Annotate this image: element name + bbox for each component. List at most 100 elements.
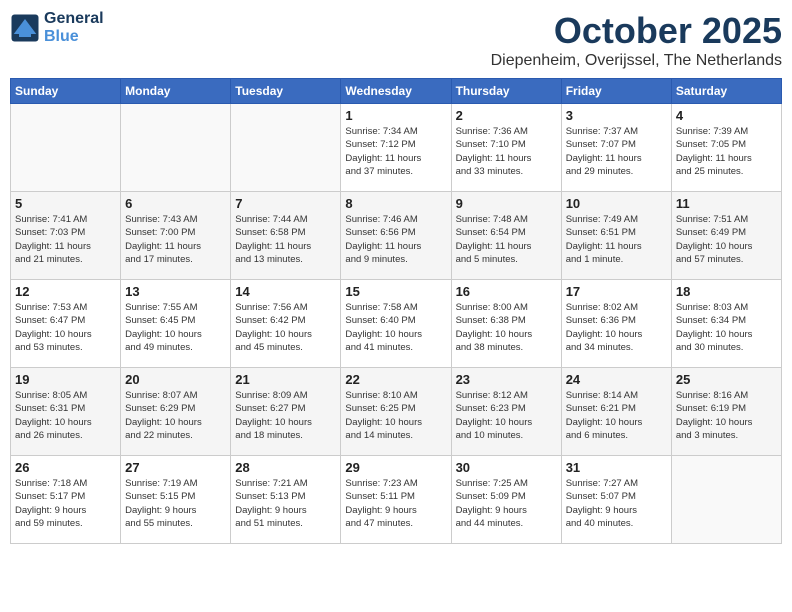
day-info: Sunrise: 8:00 AM Sunset: 6:38 PM Dayligh…: [456, 301, 557, 354]
day-number: 22: [345, 372, 446, 387]
day-header-tuesday: Tuesday: [231, 79, 341, 104]
day-info: Sunrise: 7:37 AM Sunset: 7:07 PM Dayligh…: [566, 125, 667, 178]
day-number: 15: [345, 284, 446, 299]
calendar-cell: 21Sunrise: 8:09 AM Sunset: 6:27 PM Dayli…: [231, 368, 341, 456]
day-info: Sunrise: 7:48 AM Sunset: 6:54 PM Dayligh…: [456, 213, 557, 266]
calendar-cell: 23 Sunrise: 8:12 AM Sunset: 6:23 PM Dayli…: [451, 368, 561, 456]
calendar-cell: 14 Sunrise: 7:56 AM Sunset: 6:42 PM Dayli…: [231, 280, 341, 368]
calendar-cell: 26Sunrise: 7:18 AM Sunset: 5:17 PM Dayli…: [11, 456, 121, 544]
day-number: 14: [235, 284, 336, 299]
calendar-cell: 15 Sunrise: 7:58 AM Sunset: 6:40 PM Dayli…: [341, 280, 451, 368]
day-info: Sunrise: 7:49 AM Sunset: 6:51 PM Dayligh…: [566, 213, 667, 266]
calendar-cell: 2 Sunrise: 7:36 AM Sunset: 7:10 PM Daylig…: [451, 104, 561, 192]
week-row-4: 19 Sunrise: 8:05 AM Sunset: 6:31 PM Dayli…: [11, 368, 782, 456]
day-number: 25: [676, 372, 777, 387]
day-number: 5: [15, 196, 116, 211]
day-number: 8: [345, 196, 446, 211]
calendar-cell: [671, 456, 781, 544]
day-number: 7: [235, 196, 336, 211]
header: General Blue October 2025 Diepenheim, Ov…: [10, 10, 782, 70]
day-number: 30: [456, 460, 557, 475]
week-row-2: 5Sunrise: 7:41 AM Sunset: 7:03 PM Daylig…: [11, 192, 782, 280]
day-number: 18: [676, 284, 777, 299]
calendar-cell: [121, 104, 231, 192]
day-info: Sunrise: 8:05 AM Sunset: 6:31 PM Dayligh…: [15, 389, 116, 442]
calendar-cell: 13 Sunrise: 7:55 AM Sunset: 6:45 PM Dayli…: [121, 280, 231, 368]
day-info: Sunrise: 7:27 AM Sunset: 5:07 PM Dayligh…: [566, 477, 667, 530]
day-number: 16: [456, 284, 557, 299]
day-info: Sunrise: 8:16 AM Sunset: 6:19 PM Dayligh…: [676, 389, 777, 442]
day-info: Sunrise: 7:23 AM Sunset: 5:11 PM Dayligh…: [345, 477, 446, 530]
calendar-subtitle: Diepenheim, Overijssel, The Netherlands: [491, 52, 782, 70]
day-number: 10: [566, 196, 667, 211]
day-info: Sunrise: 7:25 AM Sunset: 5:09 PM Dayligh…: [456, 477, 557, 530]
day-header-friday: Friday: [561, 79, 671, 104]
calendar-cell: [231, 104, 341, 192]
calendar-cell: 30 Sunrise: 7:25 AM Sunset: 5:09 PM Dayli…: [451, 456, 561, 544]
day-info: Sunrise: 8:02 AM Sunset: 6:36 PM Dayligh…: [566, 301, 667, 354]
calendar-cell: [11, 104, 121, 192]
day-info: Sunrise: 7:44 AM Sunset: 6:58 PM Dayligh…: [235, 213, 336, 266]
calendar-cell: 12Sunrise: 7:53 AM Sunset: 6:47 PM Dayli…: [11, 280, 121, 368]
day-info: Sunrise: 7:51 AM Sunset: 6:49 PM Dayligh…: [676, 213, 777, 266]
day-number: 28: [235, 460, 336, 475]
day-info: Sunrise: 7:58 AM Sunset: 6:40 PM Dayligh…: [345, 301, 446, 354]
calendar-cell: 20 Sunrise: 8:07 AM Sunset: 6:29 PM Dayli…: [121, 368, 231, 456]
day-number: 11: [676, 196, 777, 211]
calendar-cell: 18Sunrise: 8:03 AM Sunset: 6:34 PM Dayli…: [671, 280, 781, 368]
day-info: Sunrise: 8:14 AM Sunset: 6:21 PM Dayligh…: [566, 389, 667, 442]
calendar-cell: 28 Sunrise: 7:21 AM Sunset: 5:13 PM Dayli…: [231, 456, 341, 544]
day-info: Sunrise: 7:55 AM Sunset: 6:45 PM Dayligh…: [125, 301, 226, 354]
day-number: 6: [125, 196, 226, 211]
day-header-monday: Monday: [121, 79, 231, 104]
calendar-cell: 9 Sunrise: 7:48 AM Sunset: 6:54 PM Daylig…: [451, 192, 561, 280]
day-number: 19: [15, 372, 116, 387]
calendar-cell: 24 Sunrise: 8:14 AM Sunset: 6:21 PM Dayli…: [561, 368, 671, 456]
day-info: Sunrise: 8:12 AM Sunset: 6:23 PM Dayligh…: [456, 389, 557, 442]
day-number: 29: [345, 460, 446, 475]
calendar-cell: 11 Sunrise: 7:51 AM Sunset: 6:49 PM Dayli…: [671, 192, 781, 280]
day-info: Sunrise: 8:10 AM Sunset: 6:25 PM Dayligh…: [345, 389, 446, 442]
week-row-5: 26Sunrise: 7:18 AM Sunset: 5:17 PM Dayli…: [11, 456, 782, 544]
day-info: Sunrise: 7:19 AM Sunset: 5:15 PM Dayligh…: [125, 477, 226, 530]
day-number: 31: [566, 460, 667, 475]
day-number: 23: [456, 372, 557, 387]
calendar-cell: 7 Sunrise: 7:44 AM Sunset: 6:58 PM Daylig…: [231, 192, 341, 280]
day-info: Sunrise: 7:34 AM Sunset: 7:12 PM Dayligh…: [345, 125, 446, 178]
calendar-cell: 6 Sunrise: 7:43 AM Sunset: 7:00 PM Daylig…: [121, 192, 231, 280]
day-info: Sunrise: 7:39 AM Sunset: 7:05 PM Dayligh…: [676, 125, 777, 178]
title-area: October 2025 Diepenheim, Overijssel, The…: [491, 10, 782, 70]
calendar-cell: 4 Sunrise: 7:39 AM Sunset: 7:05 PM Daylig…: [671, 104, 781, 192]
day-number: 24: [566, 372, 667, 387]
day-info: Sunrise: 8:07 AM Sunset: 6:29 PM Dayligh…: [125, 389, 226, 442]
calendar-cell: 16 Sunrise: 8:00 AM Sunset: 6:38 PM Dayli…: [451, 280, 561, 368]
day-number: 20: [125, 372, 226, 387]
calendar-cell: 29 Sunrise: 7:23 AM Sunset: 5:11 PM Dayli…: [341, 456, 451, 544]
day-number: 9: [456, 196, 557, 211]
day-info: Sunrise: 7:43 AM Sunset: 7:00 PM Dayligh…: [125, 213, 226, 266]
day-number: 17: [566, 284, 667, 299]
calendar-cell: 8 Sunrise: 7:46 AM Sunset: 6:56 PM Daylig…: [341, 192, 451, 280]
day-header-wednesday: Wednesday: [341, 79, 451, 104]
calendar-cell: 5Sunrise: 7:41 AM Sunset: 7:03 PM Daylig…: [11, 192, 121, 280]
day-header-sunday: Sunday: [11, 79, 121, 104]
day-info: Sunrise: 7:56 AM Sunset: 6:42 PM Dayligh…: [235, 301, 336, 354]
calendar-title: October 2025: [491, 10, 782, 52]
day-number: 21: [235, 372, 336, 387]
header-row: SundayMondayTuesdayWednesdayThursdayFrid…: [11, 79, 782, 104]
day-number: 26: [15, 460, 116, 475]
day-info: Sunrise: 7:46 AM Sunset: 6:56 PM Dayligh…: [345, 213, 446, 266]
day-number: 2: [456, 108, 557, 123]
day-header-thursday: Thursday: [451, 79, 561, 104]
logo: General Blue: [10, 10, 104, 46]
day-info: Sunrise: 7:36 AM Sunset: 7:10 PM Dayligh…: [456, 125, 557, 178]
day-info: Sunrise: 7:21 AM Sunset: 5:13 PM Dayligh…: [235, 477, 336, 530]
calendar-cell: 19 Sunrise: 8:05 AM Sunset: 6:31 PM Dayli…: [11, 368, 121, 456]
logo-text: General Blue: [44, 10, 104, 46]
day-number: 4: [676, 108, 777, 123]
day-number: 13: [125, 284, 226, 299]
calendar-cell: 22 Sunrise: 8:10 AM Sunset: 6:25 PM Dayli…: [341, 368, 451, 456]
day-number: 3: [566, 108, 667, 123]
calendar-cell: 25 Sunrise: 8:16 AM Sunset: 6:19 PM Dayli…: [671, 368, 781, 456]
calendar-cell: 1Sunrise: 7:34 AM Sunset: 7:12 PM Daylig…: [341, 104, 451, 192]
